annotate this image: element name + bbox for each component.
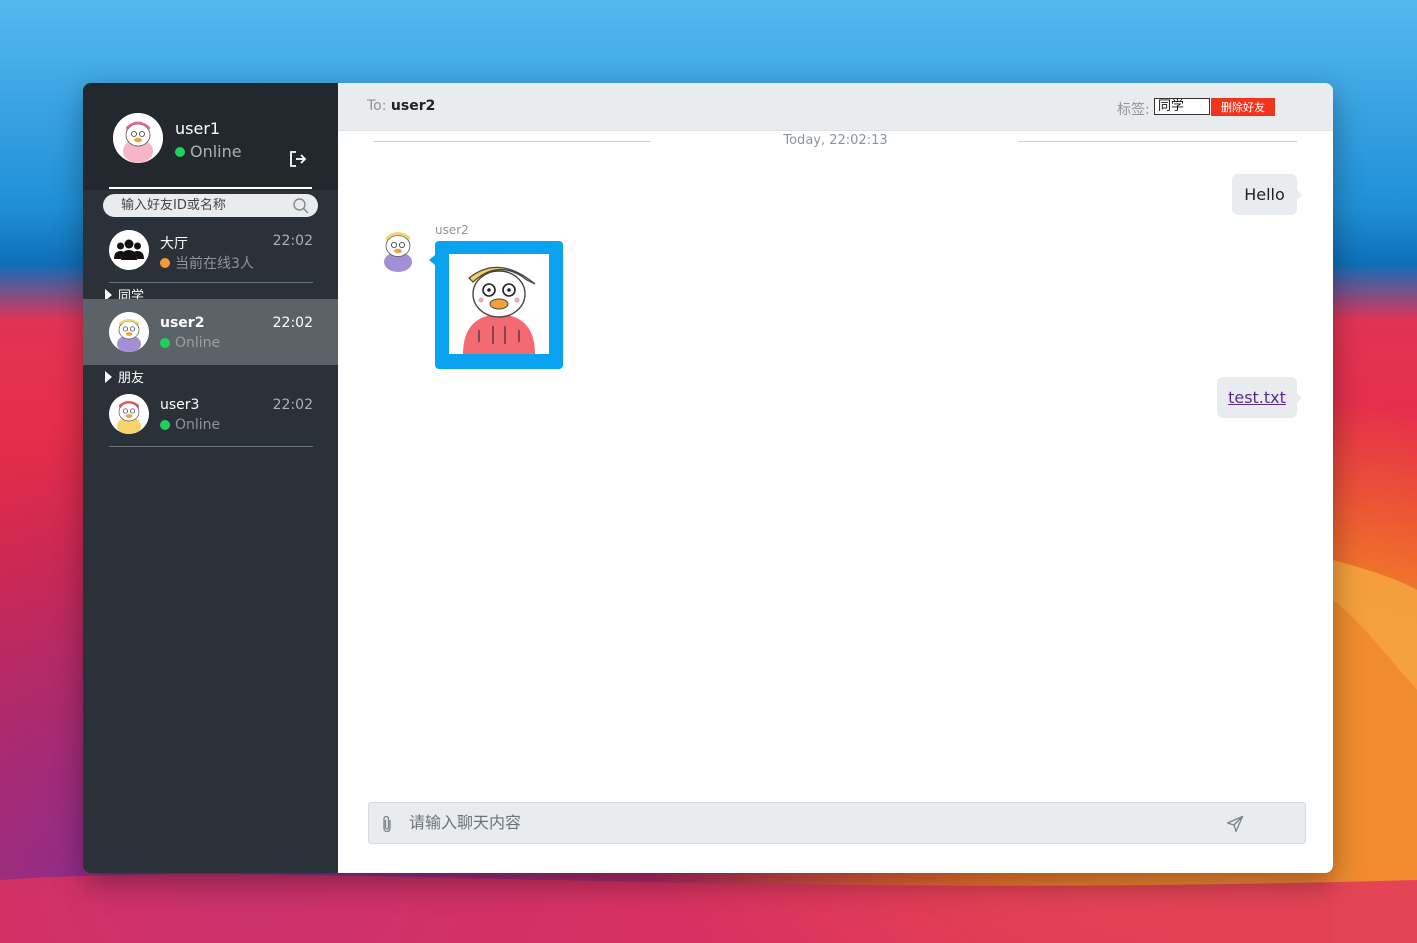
- search-input[interactable]: [119, 197, 293, 214]
- message-input[interactable]: [407, 812, 1211, 833]
- conversation-name: 大厅: [160, 236, 188, 252]
- conversation-status-text: Online: [175, 417, 221, 433]
- conversation-time: 22:02: [272, 233, 313, 249]
- chat-header: To: user2 标签: 同学 删除好友: [338, 83, 1333, 131]
- conversation-status: Online: [160, 417, 220, 433]
- profile-panel: user1 Online: [83, 83, 338, 190]
- divider: [1018, 141, 1297, 142]
- attach-icon[interactable]: [381, 815, 393, 837]
- divider: [109, 446, 313, 447]
- message-composer: [368, 802, 1306, 844]
- conversation-time: 22:02: [272, 397, 313, 413]
- date-separator: Today, 22:02:13: [338, 132, 1333, 152]
- profile-divider: [109, 187, 312, 189]
- recipient-name: user2: [390, 98, 436, 114]
- user3-avatar: [109, 394, 149, 434]
- outgoing-message: Hello: [1232, 174, 1302, 215]
- send-icon[interactable]: [1226, 815, 1244, 837]
- recipient: To: user2: [367, 98, 435, 114]
- conversation-status-text: Online: [175, 335, 221, 351]
- my-status-text: Online: [190, 142, 242, 161]
- divider: [109, 282, 313, 283]
- logout-icon[interactable]: [288, 149, 308, 169]
- file-link[interactable]: test.txt: [1228, 388, 1286, 407]
- online-dot: [160, 420, 170, 430]
- sidebar: user1 Online 输入好友ID或名称 大厅 22:02 当前在线3人 同…: [83, 83, 338, 873]
- tag-label: 标签:: [1117, 102, 1150, 118]
- conversation-status: Online: [160, 335, 220, 351]
- conversation-lobby[interactable]: 大厅 22:02 当前在线3人: [83, 217, 338, 283]
- incoming-image-message[interactable]: [429, 241, 563, 369]
- conversation-name: user3: [160, 397, 200, 413]
- online-dot: [175, 146, 185, 157]
- search-icon[interactable]: [292, 197, 310, 219]
- outgoing-file-message: test.txt: [1217, 377, 1302, 418]
- tag-field[interactable]: 同学: [1154, 98, 1210, 115]
- delete-friend-button[interactable]: 删除好友: [1211, 98, 1275, 116]
- user2-avatar: [109, 312, 149, 352]
- to-prefix: To:: [367, 98, 387, 114]
- my-status: Online: [175, 142, 242, 161]
- sticker-image: [449, 254, 549, 354]
- online-dot: [160, 338, 170, 348]
- chat-main: To: user2 标签: 同学 删除好友 Today, 22:02:13 He…: [338, 83, 1333, 873]
- my-avatar[interactable]: [113, 113, 163, 163]
- conversation-status: 当前在线3人: [160, 253, 254, 273]
- sender-avatar: [374, 224, 422, 272]
- conversation-user2[interactable]: user2 22:02 Online: [83, 299, 338, 365]
- status-dot: [160, 258, 170, 268]
- search-box: [103, 194, 318, 217]
- sender-name: user2: [435, 223, 469, 237]
- conversation-name: user2: [160, 315, 205, 331]
- my-username: user1: [175, 119, 221, 138]
- conversation-status-text: 当前在线3人: [175, 256, 254, 272]
- chat-window: user1 Online 输入好友ID或名称 大厅 22:02 当前在线3人 同…: [83, 83, 1333, 873]
- conversation-time: 22:02: [272, 315, 313, 331]
- conversation-user3[interactable]: user3 22:02 Online: [83, 381, 338, 447]
- group-icon: [109, 230, 149, 270]
